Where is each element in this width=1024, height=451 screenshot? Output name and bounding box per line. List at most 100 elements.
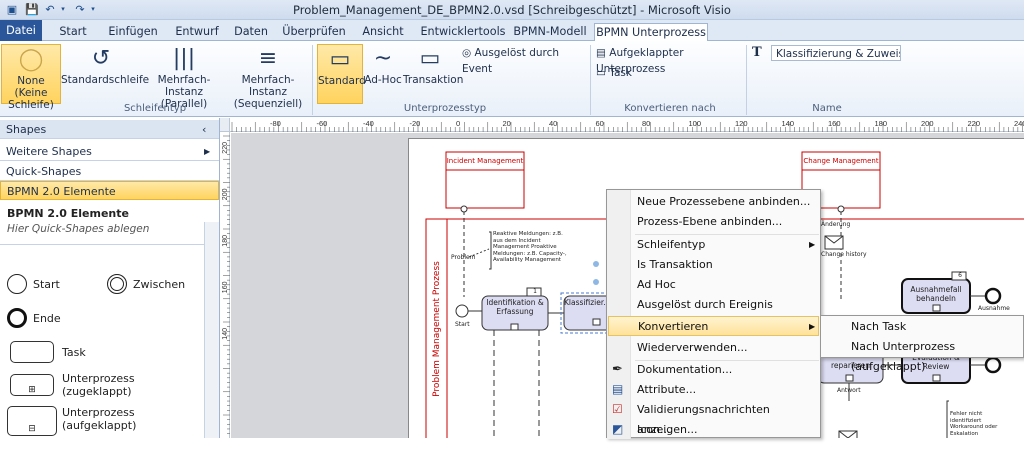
problem-label: Problem	[451, 254, 476, 261]
expanded-subprocess-icon[interactable]: ⊟	[7, 406, 57, 436]
ruler-ticks: 220 200 180 160 140	[222, 135, 230, 434]
menu-item-loop-type[interactable]: Schleifentyp ▶	[637, 235, 817, 255]
tab-datei[interactable]: Datei	[0, 20, 42, 41]
context-menu: Neue Prozessebene anbinden... Prozess-Eb…	[606, 189, 821, 440]
event-triggered-button[interactable]: ◎ Ausgelöst durch Event	[462, 45, 587, 75]
menu-item-icon[interactable]: Icon...	[637, 420, 817, 440]
tilde-icon: ~	[373, 46, 393, 71]
convert-expanded-button[interactable]: ▤ Aufgeklappter Unterprozess	[596, 45, 744, 75]
divider	[0, 244, 204, 245]
convert-submenu: Nach Task Nach Unterprozess (aufgeklappt…	[820, 315, 1024, 373]
validation-icon: ☑	[612, 402, 623, 416]
parallel-bars-icon: |||	[172, 46, 196, 71]
tab-bpmn-unterprozess[interactable]: BPMN Unterprozess	[594, 23, 708, 42]
task-ausnahme-badge: 6	[958, 272, 962, 279]
submenu-item-to-expanded[interactable]: Nach Unterprozess (aufgeklappt)	[851, 337, 1023, 373]
convert-task-button[interactable]: ▭ Task	[596, 65, 656, 81]
task1-badge: 1	[533, 288, 537, 295]
start-event-icon[interactable]	[7, 274, 27, 294]
standard-box-icon: ▭	[329, 47, 351, 72]
tab-daten[interactable]: Daten	[230, 23, 272, 41]
fehler-note: Fehler nicht identifiziert Workaround od…	[950, 411, 998, 437]
shape-label: Unterprozess (aufgeklappt)	[62, 406, 137, 432]
intermediate-event-icon[interactable]	[107, 274, 127, 294]
menu-item-convert[interactable]: Konvertieren ▶	[608, 316, 819, 336]
subprocess-standard-button[interactable]: ▭ Standard	[317, 44, 366, 104]
ruler-label: 200	[222, 188, 229, 200]
start-event-shape[interactable]	[455, 304, 469, 318]
tab-ueberpruefen[interactable]: Überprüfen	[282, 23, 346, 41]
name-input[interactable]: Klassifizierung & Zuweisun	[771, 45, 901, 61]
ausnahme-label: Ausnahme	[978, 305, 1010, 312]
more-shapes-item[interactable]: Weitere Shapes ▶	[0, 142, 219, 161]
group-label-convert: Konvertieren nach	[624, 103, 716, 114]
shape-label: Unterprozess (zugeklappt)	[62, 372, 135, 398]
group-label-subprocess-type: Unterprozesstyp	[403, 103, 487, 114]
text-style-icon: T	[752, 45, 762, 60]
collapse-panel-icon[interactable]: ‹	[202, 120, 206, 139]
panel-scrollbar[interactable]	[204, 222, 219, 438]
vertical-ruler: 220 200 180 160 140	[220, 132, 230, 438]
ruler-label: 60	[596, 119, 604, 128]
menu-item-adhoc[interactable]: Ad Hoc	[637, 275, 817, 295]
menu-item-validation[interactable]: Validierungsnachrichten anzeigen...	[637, 400, 817, 436]
menu-item-transaction[interactable]: Is Transaktion	[637, 255, 817, 275]
tab-start[interactable]: Start	[52, 23, 94, 41]
transaction-box-icon: ▭	[419, 46, 441, 71]
ruler-label: 200	[921, 119, 934, 128]
menu-item-link-level[interactable]: Prozess-Ebene anbinden...	[637, 212, 817, 232]
ruler-label: 140	[222, 328, 229, 340]
tab-ansicht[interactable]: Ansicht	[358, 23, 408, 41]
message-shape[interactable]	[838, 430, 858, 438]
ruler-ticks: -80 -60 -40 -20 0 20 40 60 80 100 120 140 160 180 200 2…	[231, 119, 1024, 132]
ruler-label: 20	[503, 119, 511, 128]
task1-label: Identifikation & Erfassung	[486, 298, 544, 316]
shape-label: Zwischen	[133, 278, 186, 291]
tab-einfuegen[interactable]: Einfügen	[102, 23, 164, 41]
multi-instance-sequential-button[interactable]: ≡ Mehrfach-Instanz (Sequenziell)	[227, 44, 309, 110]
ruler-label: 120	[735, 119, 748, 128]
submenu-item-to-task[interactable]: Nach Task	[851, 317, 1024, 337]
start-label: Start	[455, 321, 470, 328]
title-bar: ▣ 💾 ↶ ▾ ↷ ▾ Problem_Management_DE_BPMN2.…	[0, 0, 1024, 20]
expanded-subprocess-icon: ▤	[596, 47, 610, 59]
ruler-label: 40	[549, 119, 557, 128]
ruler-label: -20	[410, 119, 421, 128]
shapes-panel: Shapes ‹ Weitere Shapes ▶ Quick-Shapes BPM…	[0, 118, 220, 438]
tab-bpmn-modell[interactable]: BPMN-Modell	[512, 23, 588, 41]
tab-entwicklertools[interactable]: Entwicklertools	[418, 23, 508, 41]
menu-item-new-level[interactable]: Neue Prozessebene anbinden...	[637, 192, 817, 212]
ruler-label: 100	[689, 119, 702, 128]
ruler-label: 80	[642, 119, 650, 128]
loop-none-button[interactable]: ◯ None (Keine Schleife)	[1, 44, 61, 111]
end-event-shape[interactable]	[984, 356, 1002, 374]
task-shape-icon[interactable]	[10, 341, 54, 363]
end-event-shape[interactable]	[984, 287, 1002, 305]
task-ausnahme-label: Ausnahmefall behandeln	[910, 285, 962, 303]
bpmn-stencil-item[interactable]: BPMN 2.0 Elemente	[0, 181, 219, 200]
transaction-button[interactable]: ▭ Transaktion	[403, 44, 463, 104]
ruler-label: 240	[1014, 119, 1024, 128]
multi-instance-parallel-button[interactable]: ||| Mehrfach-Instanz (Parallel)	[142, 44, 226, 110]
window-title: Problem_Management_DE_BPMN2.0.vsd [Schre…	[293, 3, 731, 17]
aenderung-label: Änderung	[821, 221, 851, 228]
collapsed-subprocess-icon[interactable]: ⊞	[10, 374, 54, 396]
menu-item-attributes[interactable]: Attribute...	[637, 380, 817, 400]
submenu-arrow-icon: ▶	[809, 322, 816, 331]
stencil-hint: Hier Quick-Shapes ablegen	[7, 223, 150, 235]
menu-item-reuse[interactable]: Wiederverwenden...	[637, 338, 817, 358]
submenu-arrow-icon: ▶	[809, 240, 816, 249]
menu-item-documentation[interactable]: Dokumentation...	[637, 360, 817, 380]
antwort-label: Antwort	[837, 387, 861, 394]
ruler-label: 180	[222, 235, 229, 247]
tab-entwurf[interactable]: Entwurf	[170, 23, 224, 41]
quick-shapes-item[interactable]: Quick-Shapes	[0, 162, 219, 181]
ruler-label: -60	[317, 119, 328, 128]
attributes-icon: ▤	[612, 382, 624, 396]
menu-item-event-triggered[interactable]: Ausgelöst durch Ereignis	[637, 295, 817, 315]
group-label-loop: Schleifentyp	[123, 103, 187, 114]
standard-loop-button[interactable]: ↺ Standardschleife	[61, 44, 149, 104]
end-event-icon[interactable]	[7, 308, 27, 328]
ruler-label: 180	[875, 119, 888, 128]
adhoc-button[interactable]: ~ Ad-Hoc	[364, 44, 402, 104]
